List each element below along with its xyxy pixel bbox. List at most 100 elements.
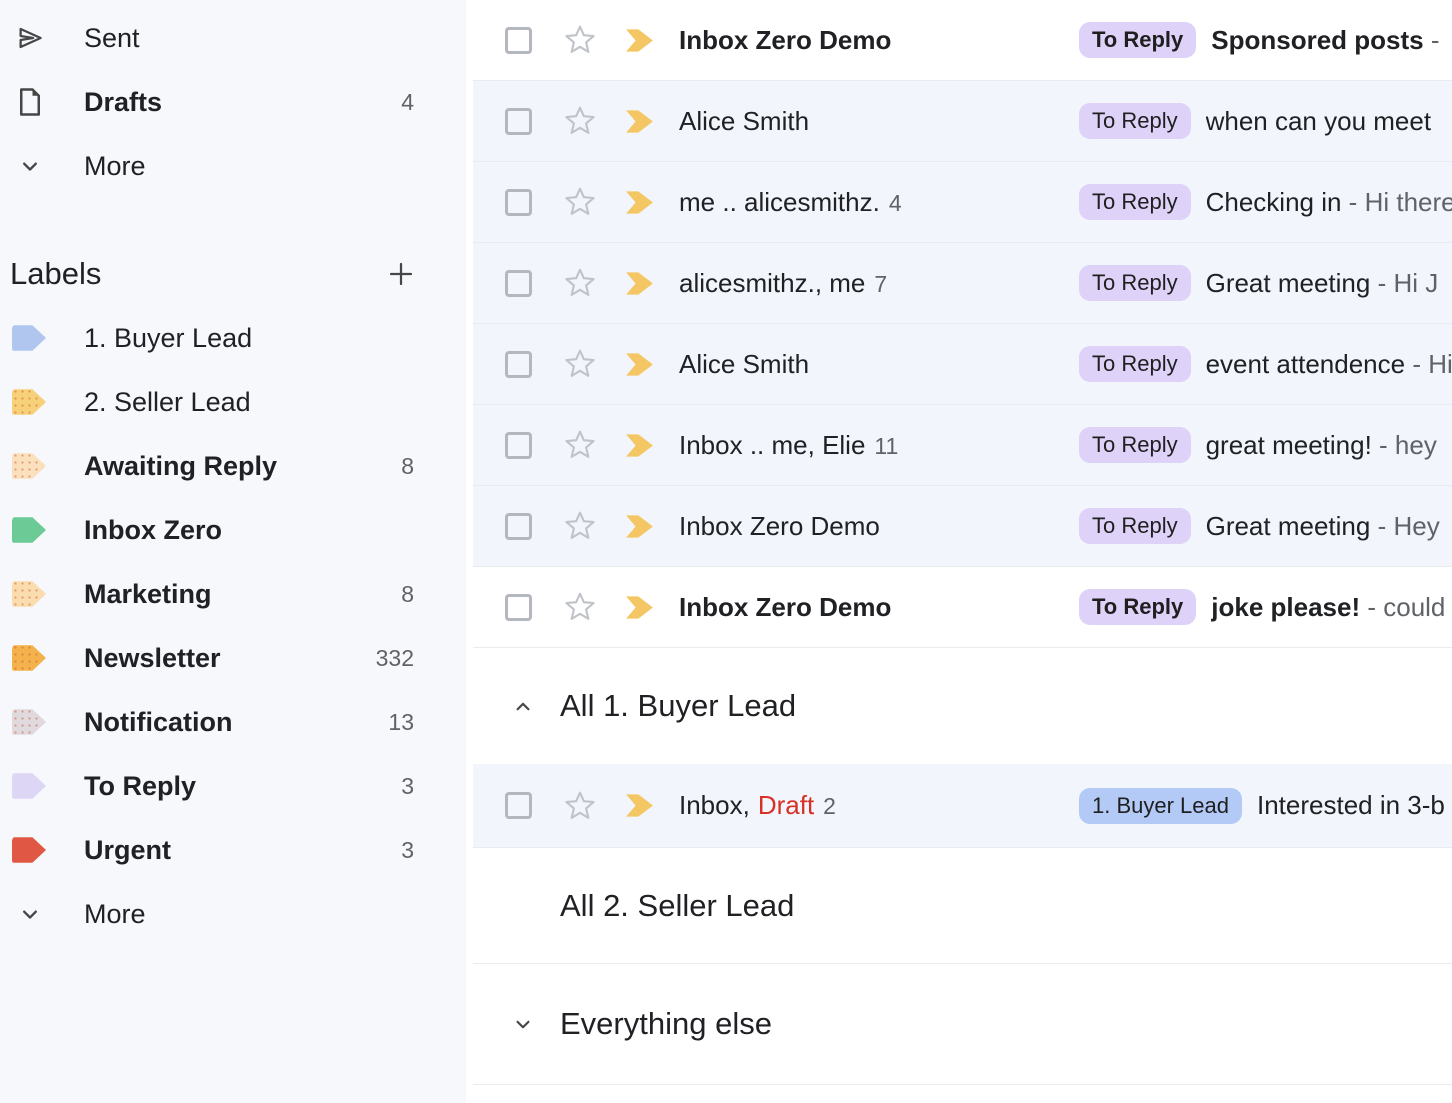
subject: event attendence - Hi — [1206, 349, 1452, 380]
label-chip[interactable]: To Reply — [1079, 103, 1191, 139]
sidebar-label-urgent[interactable]: Urgent 3 — [0, 818, 466, 882]
sidebar-item-drafts[interactable]: Drafts 4 — [0, 70, 466, 134]
subject: when can you meet — [1206, 106, 1452, 137]
section-header-seller-lead[interactable]: All 2. Seller Lead — [473, 848, 1452, 964]
sidebar-label-seller-lead[interactable]: 2. Seller Lead — [0, 370, 466, 434]
sidebar-item-label: Sent — [84, 23, 140, 54]
sidebar-label-newsletter[interactable]: Newsletter 332 — [0, 626, 466, 690]
sidebar-labels-more[interactable]: More — [0, 882, 466, 946]
section-header-buyer-lead[interactable]: All 1. Buyer Lead — [473, 648, 1452, 764]
sidebar: Sent Drafts 4 More Labels 1. Buyer L — [0, 0, 466, 1103]
select-checkbox[interactable] — [505, 594, 532, 621]
sidebar-label-inbox-zero[interactable]: Inbox Zero — [0, 498, 466, 562]
star-icon[interactable] — [563, 185, 597, 219]
select-checkbox[interactable] — [505, 108, 532, 135]
sender: Inbox,Draft2 — [679, 790, 1079, 821]
sidebar-item-label: More — [84, 899, 146, 930]
label-name: 2. Seller Lead — [84, 387, 251, 418]
label-tag-icon — [12, 324, 46, 353]
chevron-down-icon[interactable] — [510, 1011, 536, 1037]
sidebar-item-more[interactable]: More — [0, 134, 466, 198]
importance-marker-icon[interactable] — [625, 28, 654, 53]
importance-marker-icon[interactable] — [625, 595, 654, 620]
select-checkbox[interactable] — [505, 792, 532, 819]
select-checkbox[interactable] — [505, 432, 532, 459]
subject: Great meeting - Hi J — [1206, 268, 1452, 299]
chevron-down-icon — [14, 898, 46, 930]
label-name: Urgent — [84, 835, 171, 866]
label-name: 1. Buyer Lead — [84, 323, 252, 354]
importance-marker-icon[interactable] — [625, 190, 654, 215]
sidebar-label-marketing[interactable]: Marketing 8 — [0, 562, 466, 626]
email-row[interactable]: Inbox Zero Demo To Reply Great meeting -… — [473, 486, 1452, 567]
star-icon[interactable] — [563, 590, 597, 624]
subject: Checking in - Hi there — [1206, 187, 1452, 218]
section-title: All 2. Seller Lead — [560, 888, 794, 924]
label-chip[interactable]: 1. Buyer Lead — [1079, 788, 1242, 824]
sidebar-label-to-reply[interactable]: To Reply 3 — [0, 754, 466, 818]
select-checkbox[interactable] — [505, 270, 532, 297]
sidebar-item-sent[interactable]: Sent — [0, 6, 466, 70]
star-icon[interactable] — [563, 509, 597, 543]
label-tag-icon — [12, 836, 46, 865]
email-row[interactable]: Alice Smith To Reply when can you meet — [473, 81, 1452, 162]
importance-marker-icon[interactable] — [625, 793, 654, 818]
star-icon[interactable] — [563, 789, 597, 823]
label-count: 13 — [388, 709, 414, 736]
label-tag-icon — [12, 516, 46, 545]
subject: Interested in 3-b — [1257, 790, 1452, 821]
sidebar-label-awaiting-reply[interactable]: Awaiting Reply 8 — [0, 434, 466, 498]
star-icon[interactable] — [563, 266, 597, 300]
send-icon — [14, 22, 46, 54]
label-chip[interactable]: To Reply — [1079, 265, 1191, 301]
label-count: 332 — [376, 645, 414, 672]
sender: Alice Smith — [679, 349, 1079, 380]
select-checkbox[interactable] — [505, 189, 532, 216]
email-row[interactable]: Inbox Zero Demo To Reply Sponsored posts… — [473, 0, 1452, 81]
star-icon[interactable] — [563, 23, 597, 57]
label-count: 3 — [401, 837, 414, 864]
label-count: 8 — [401, 453, 414, 480]
star-icon[interactable] — [563, 347, 597, 381]
label-count: 3 — [401, 773, 414, 800]
label-chip[interactable]: To Reply — [1079, 184, 1191, 220]
email-row[interactable]: Inbox .. me, Elie11 To Reply great meeti… — [473, 405, 1452, 486]
label-chip[interactable]: To Reply — [1079, 346, 1191, 382]
sidebar-item-label: Drafts — [84, 87, 162, 118]
subject: great meeting! - hey — [1206, 430, 1452, 461]
label-name: Marketing — [84, 579, 212, 610]
labels-header: Labels — [0, 242, 466, 306]
label-name: Newsletter — [84, 643, 221, 674]
label-chip[interactable]: To Reply — [1079, 427, 1191, 463]
section-header-everything-else[interactable]: Everything else — [473, 964, 1452, 1085]
label-name: Notification — [84, 707, 233, 738]
sidebar-label-notification[interactable]: Notification 13 — [0, 690, 466, 754]
sender: Inbox Zero Demo — [679, 592, 1079, 623]
chevron-up-icon[interactable] — [510, 693, 536, 719]
select-checkbox[interactable] — [505, 513, 532, 540]
label-chip[interactable]: To Reply — [1079, 589, 1196, 625]
email-row[interactable]: Inbox,Draft2 1. Buyer Lead Interested in… — [473, 764, 1452, 848]
select-checkbox[interactable] — [505, 351, 532, 378]
sidebar-item-label: More — [84, 151, 146, 182]
label-name: To Reply — [84, 771, 196, 802]
subject: Sponsored posts - — [1211, 25, 1452, 56]
sidebar-label-buyer-lead[interactable]: 1. Buyer Lead — [0, 306, 466, 370]
label-name: Awaiting Reply — [84, 451, 277, 482]
importance-marker-icon[interactable] — [625, 109, 654, 134]
importance-marker-icon[interactable] — [625, 514, 654, 539]
email-row[interactable]: alicesmithz., me7 To Reply Great meeting… — [473, 243, 1452, 324]
email-row[interactable]: me .. alicesmithz.4 To Reply Checking in… — [473, 162, 1452, 243]
create-label-button[interactable] — [386, 259, 416, 289]
importance-marker-icon[interactable] — [625, 352, 654, 377]
select-checkbox[interactable] — [505, 27, 532, 54]
importance-marker-icon[interactable] — [625, 433, 654, 458]
email-row[interactable]: Alice Smith To Reply event attendence - … — [473, 324, 1452, 405]
email-row[interactable]: Inbox Zero Demo To Reply joke please! - … — [473, 567, 1452, 648]
star-icon[interactable] — [563, 428, 597, 462]
star-icon[interactable] — [563, 104, 597, 138]
label-chip[interactable]: To Reply — [1079, 508, 1191, 544]
sender: me .. alicesmithz.4 — [679, 187, 1079, 218]
importance-marker-icon[interactable] — [625, 271, 654, 296]
label-chip[interactable]: To Reply — [1079, 22, 1196, 58]
